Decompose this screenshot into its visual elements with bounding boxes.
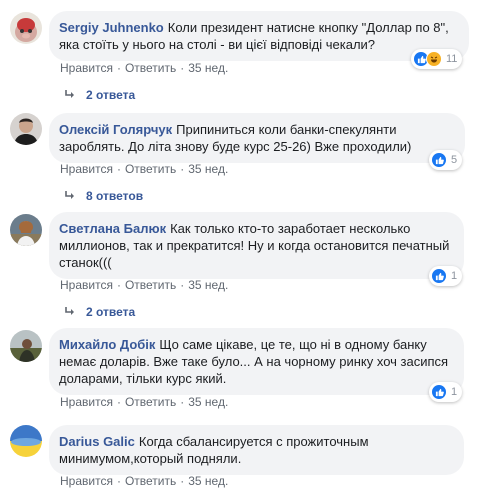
avatar[interactable] xyxy=(10,113,42,145)
avatar[interactable] xyxy=(10,214,42,246)
reaction-count: 1 xyxy=(451,386,458,398)
separator-dot: · xyxy=(116,162,121,176)
reaction-count: 1 xyxy=(451,270,458,282)
comment-actions: Нравится · Ответить · 35 нед. xyxy=(60,395,228,409)
comment-author[interactable]: Светлана Балюк xyxy=(59,221,166,236)
separator-dot: · xyxy=(116,61,121,75)
like-button[interactable]: Нравится xyxy=(60,61,113,75)
separator-dot: · xyxy=(116,474,121,488)
comment-author[interactable]: Darius Galic xyxy=(59,434,135,449)
separator-dot: · xyxy=(180,162,185,176)
comment-author[interactable]: Sergiy Juhnenko xyxy=(59,20,164,35)
reaction-count: 5 xyxy=(451,154,458,166)
haha-icon xyxy=(426,51,442,67)
comment-bubble: Олексій Голярчук Припиниться коли банки-с… xyxy=(49,113,465,163)
comment-bubble: Светлана Балюк Как только кто-то заработа… xyxy=(49,212,464,279)
reaction-count: 11 xyxy=(446,53,458,65)
reply-button[interactable]: Ответить xyxy=(125,61,176,75)
reply-arrow-icon xyxy=(65,90,74,98)
replies-count[interactable]: 8 ответов xyxy=(86,189,143,203)
like-button[interactable]: Нравится xyxy=(60,395,113,409)
view-replies-link[interactable]: 2 ответа xyxy=(64,305,135,319)
reaction-summary[interactable]: 5 xyxy=(429,150,463,170)
separator-dot: · xyxy=(180,61,185,75)
reaction-summary[interactable]: 1 xyxy=(429,266,463,286)
comment-timestamp[interactable]: 35 нед. xyxy=(188,61,228,75)
reaction-summary[interactable]: 1 xyxy=(429,382,463,402)
avatar[interactable] xyxy=(10,330,42,362)
reaction-summary[interactable]: 11 xyxy=(411,49,463,69)
like-button[interactable]: Нравится xyxy=(60,278,113,292)
comment-author[interactable]: Михайло Добік xyxy=(59,337,155,352)
comment-actions: Нравится · Ответить · 35 нед. xyxy=(60,61,228,75)
comment-timestamp[interactable]: 35 нед. xyxy=(188,278,228,292)
view-replies-link[interactable]: 8 ответов xyxy=(64,189,143,203)
separator-dot: · xyxy=(180,395,185,409)
reply-arrow-icon xyxy=(65,307,74,315)
separator-dot: · xyxy=(116,278,121,292)
like-icon xyxy=(431,268,447,284)
reply-button[interactable]: Ответить xyxy=(125,278,176,292)
comment-bubble: Михайло Добік Що саме цікаве, це те, що н… xyxy=(49,328,464,395)
comment-timestamp[interactable]: 35 нед. xyxy=(188,395,228,409)
view-replies-link[interactable]: 2 ответа xyxy=(64,88,135,102)
comment-author[interactable]: Олексій Голярчук xyxy=(59,122,172,137)
separator-dot: · xyxy=(180,474,185,488)
separator-dot: · xyxy=(116,395,121,409)
comment-actions: Нравится · Ответить · 35 нед. xyxy=(60,474,228,488)
replies-count[interactable]: 2 ответа xyxy=(86,88,135,102)
avatar[interactable] xyxy=(10,425,42,457)
comment-timestamp[interactable]: 35 нед. xyxy=(188,162,228,176)
like-icon xyxy=(431,384,447,400)
avatar[interactable] xyxy=(10,12,42,44)
reply-button[interactable]: Ответить xyxy=(125,474,176,488)
comment-timestamp[interactable]: 35 нед. xyxy=(188,474,228,488)
reply-button[interactable]: Ответить xyxy=(125,395,176,409)
comment-bubble: Darius Galic Когда сбалансируется с прожи… xyxy=(49,425,464,475)
like-icon xyxy=(431,152,447,168)
like-button[interactable]: Нравится xyxy=(60,162,113,176)
replies-count[interactable]: 2 ответа xyxy=(86,305,135,319)
comment-actions: Нравится · Ответить · 35 нед. xyxy=(60,278,228,292)
reply-arrow-icon xyxy=(65,191,74,199)
comment-actions: Нравится · Ответить · 35 нед. xyxy=(60,162,228,176)
comment-bubble: Sergiy Juhnenko Коли президент натисне кн… xyxy=(49,11,469,61)
separator-dot: · xyxy=(180,278,185,292)
reply-button[interactable]: Ответить xyxy=(125,162,176,176)
like-button[interactable]: Нравится xyxy=(60,474,113,488)
